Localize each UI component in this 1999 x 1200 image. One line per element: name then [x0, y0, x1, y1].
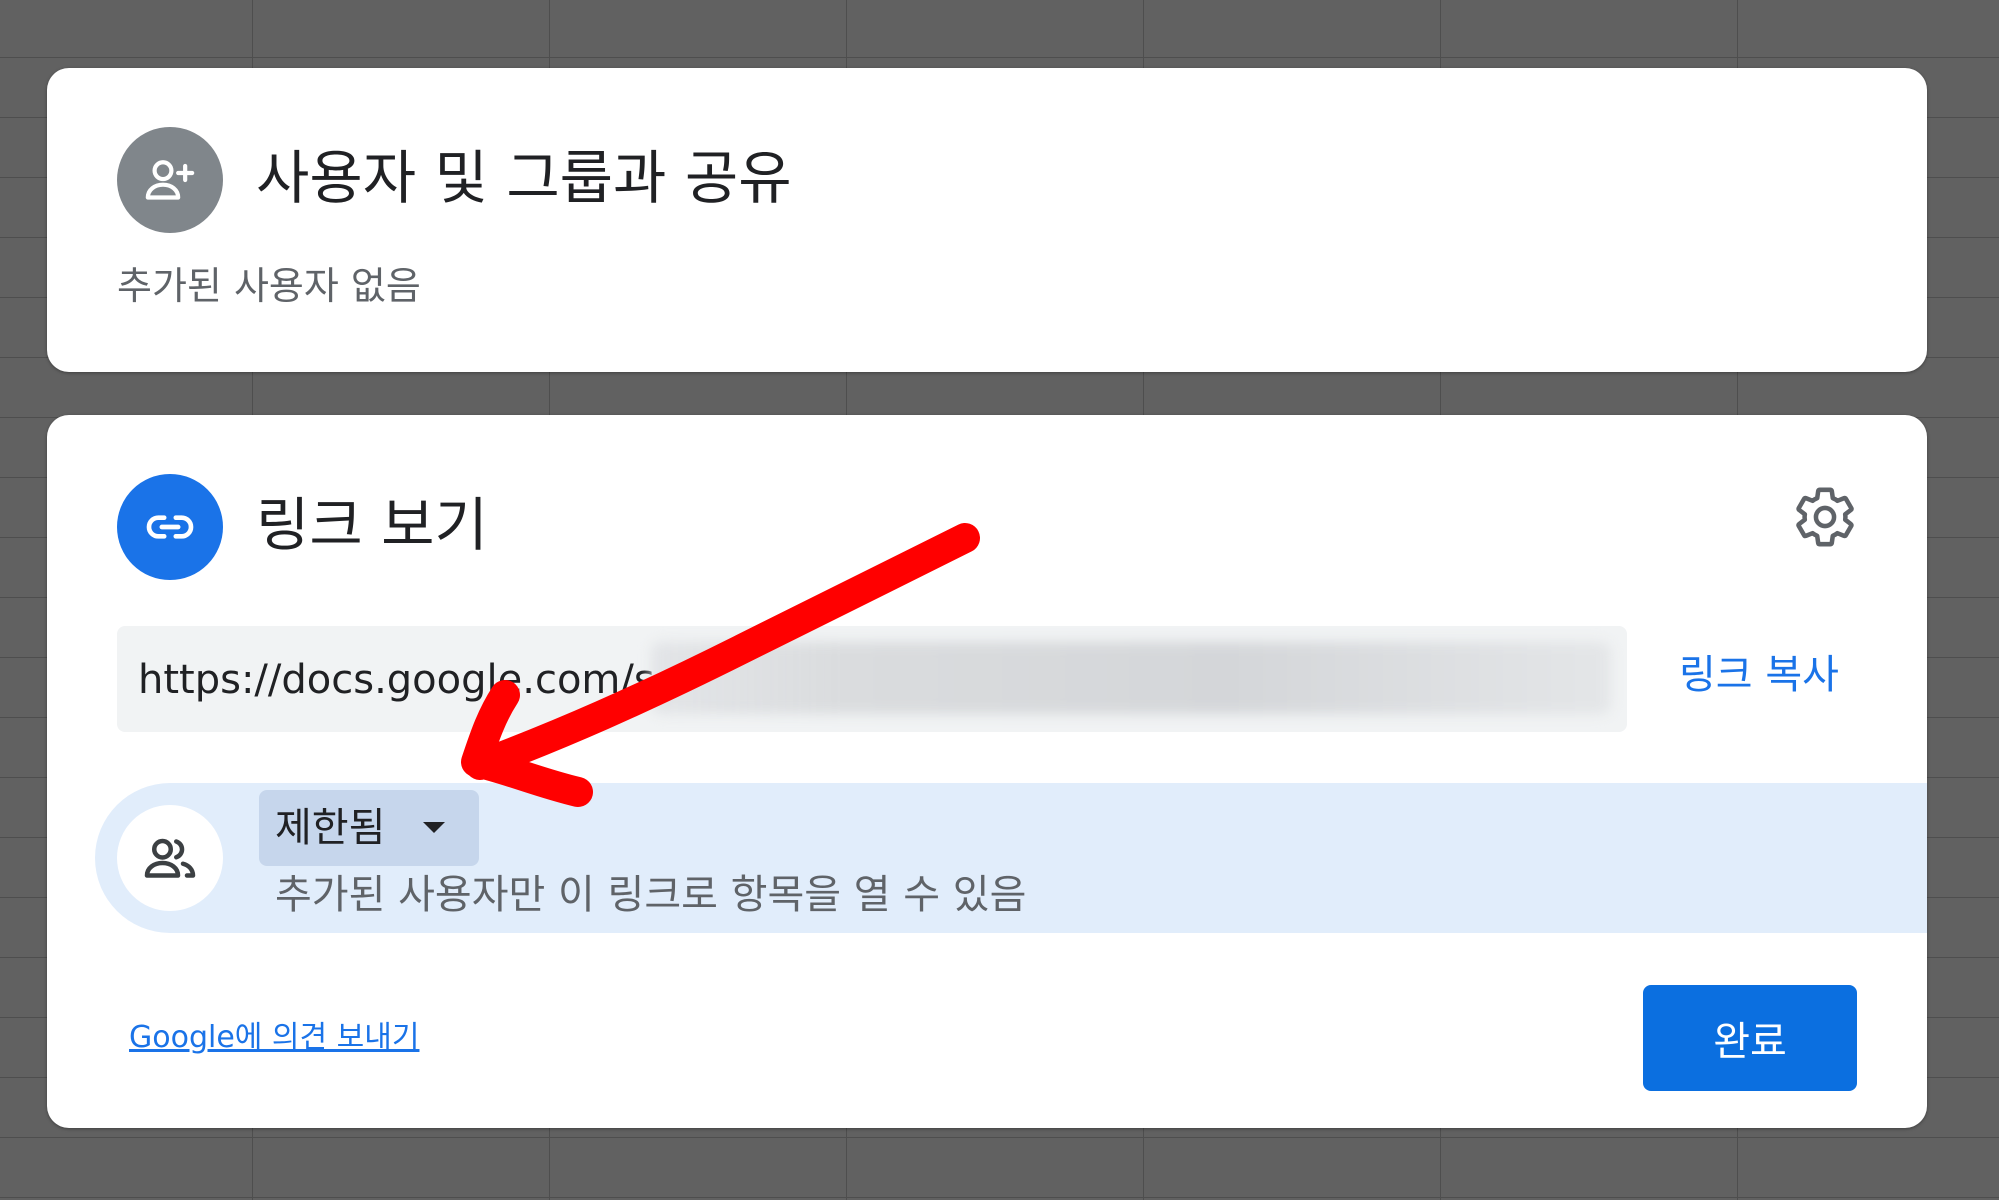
- gear-icon[interactable]: [1791, 483, 1859, 551]
- link-icon: [117, 474, 223, 580]
- access-description: 추가된 사용자만 이 링크로 항목을 열 수 있음: [275, 872, 1027, 918]
- link-card: 링크 보기 https://docs.google.com/s 링크 복사 제한…: [47, 415, 1927, 1128]
- share-card: 사용자 및 그룹과 공유 추가된 사용자 없음: [47, 68, 1927, 372]
- link-url-text: https://docs.google.com/s: [138, 657, 655, 703]
- link-title: 링크 보기: [256, 491, 488, 559]
- copy-link-button[interactable]: 링크 복사: [1679, 651, 1839, 699]
- caret-down-icon: [423, 822, 445, 833]
- people-icon: [117, 805, 223, 911]
- share-title: 사용자 및 그룹과 공유: [256, 144, 792, 212]
- access-level-selected: 제한됨: [275, 805, 386, 851]
- person-add-icon: [117, 127, 223, 233]
- send-feedback-link[interactable]: Google에 의견 보내기: [129, 1020, 419, 1056]
- access-level-dropdown[interactable]: 제한됨: [259, 790, 479, 866]
- link-url-field[interactable]: https://docs.google.com/s: [117, 626, 1627, 732]
- done-button[interactable]: 완료: [1643, 985, 1857, 1091]
- url-redaction-blur: [651, 642, 1611, 714]
- share-subtitle: 추가된 사용자 없음: [117, 264, 421, 308]
